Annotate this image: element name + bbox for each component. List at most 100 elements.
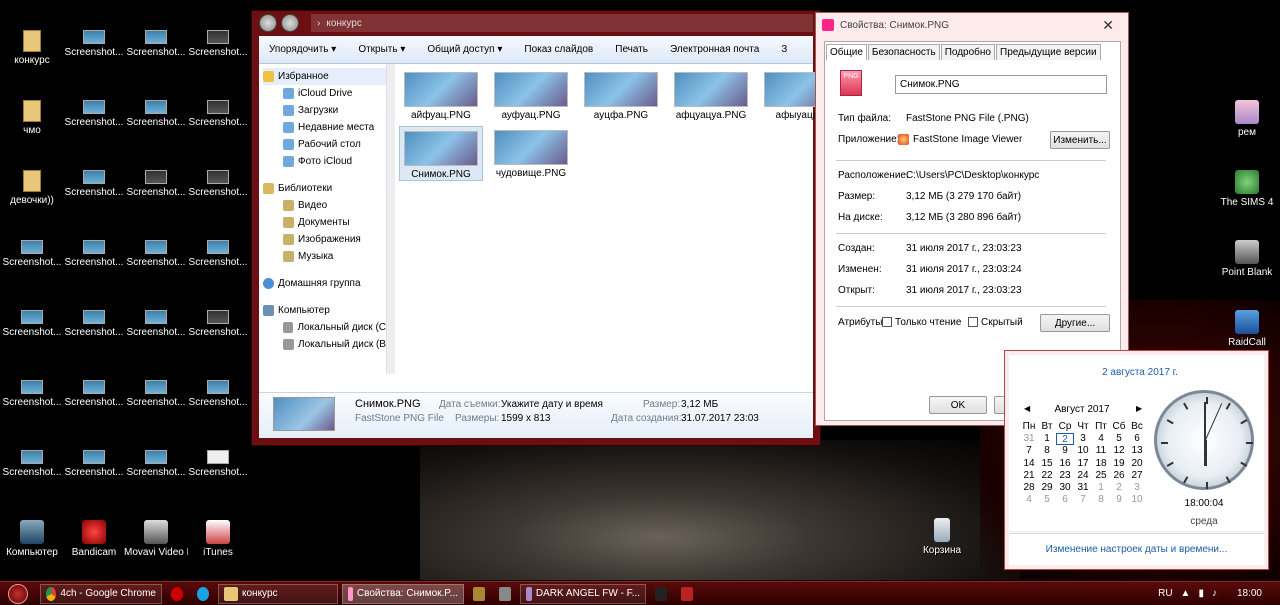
filename-input[interactable]: Снимок.PNG (895, 75, 1107, 94)
calendar-day[interactable]: 9 (1110, 494, 1128, 506)
tray-arrow-icon[interactable]: ▲ (1181, 588, 1191, 599)
language-indicator[interactable]: RU (1158, 588, 1172, 599)
desktop-icon[interactable]: Screenshot... (186, 170, 250, 198)
taskbar-extra-1[interactable] (650, 584, 672, 604)
calendar-day[interactable]: 28 (1020, 482, 1038, 494)
desktop-icon[interactable]: Screenshot... (186, 450, 250, 478)
close-icon[interactable]: ✕ (1102, 17, 1114, 34)
desktop-icon[interactable]: Screenshot... (62, 240, 126, 268)
taskbar-properties[interactable]: Свойства: Снимок.P... (342, 583, 464, 604)
start-button[interactable] (0, 582, 36, 605)
calendar-day[interactable]: 6 (1056, 494, 1074, 506)
taskbar-clock[interactable]: 18:00 (1237, 588, 1262, 599)
nav-item[interactable]: Локальный диск (В (283, 336, 386, 353)
desktop-icon[interactable]: Movavi Video Editor 12 (124, 520, 188, 558)
volume-icon[interactable]: ♪ (1212, 588, 1217, 599)
desktop-icon[interactable]: Screenshot... (186, 240, 250, 268)
calendar-day[interactable]: 26 (1110, 470, 1128, 482)
desktop-icon[interactable]: Screenshot... (124, 240, 188, 268)
open-button[interactable]: Открыть ▾ (358, 44, 405, 55)
desktop-icon[interactable]: Screenshot... (62, 380, 126, 408)
calendar-day[interactable]: 8 (1092, 494, 1110, 506)
desktop-icon[interactable]: Screenshot... (124, 310, 188, 338)
taskbar-dark-angel[interactable]: DARK ANGEL FW - F... (520, 583, 646, 604)
calendar-day[interactable]: 29 (1038, 482, 1056, 494)
desktop-icon-rem[interactable]: рем (1215, 100, 1279, 138)
calendar-day[interactable]: 1 (1038, 433, 1056, 445)
calendar-day[interactable]: 10 (1074, 445, 1092, 457)
taskbar-skype[interactable] (192, 584, 214, 604)
taskbar-extra-2[interactable] (676, 584, 698, 604)
desktop-icon[interactable]: iTunes (186, 520, 250, 558)
next-month-icon[interactable]: ▶ (1136, 404, 1142, 413)
desktop-icon[interactable]: Screenshot... (124, 450, 188, 478)
calendar-day[interactable]: 5 (1038, 494, 1056, 506)
taskbar-app[interactable] (494, 584, 516, 604)
file-item[interactable]: афцуацуа.PNG (669, 68, 753, 121)
tab-security[interactable]: Безопасность (867, 44, 940, 60)
desktop-icon[interactable]: Screenshot... (0, 380, 64, 408)
tab-previous-versions[interactable]: Предыдущие версии (996, 44, 1101, 60)
calendar-day[interactable]: 4 (1020, 494, 1038, 506)
details-date-value[interactable]: Укажите дату и время (501, 399, 603, 410)
calendar-day[interactable]: 2 (1056, 433, 1074, 446)
back-button[interactable] (259, 14, 277, 32)
share-button[interactable]: Общий доступ ▾ (427, 44, 502, 55)
calendar-day[interactable]: 23 (1056, 470, 1074, 482)
calendar-day[interactable]: 1 (1092, 482, 1110, 494)
desktop-icon[interactable]: Screenshot... (186, 310, 250, 338)
desktop-icon[interactable]: Screenshot... (124, 380, 188, 408)
calendar-day[interactable]: 18 (1092, 458, 1110, 470)
nav-favorites[interactable]: Избранное (263, 68, 386, 85)
calendar-day[interactable]: 22 (1038, 470, 1056, 482)
desktop-icon[interactable]: Screenshot... (62, 310, 126, 338)
calendar-month[interactable]: Август 2017 (1050, 404, 1114, 415)
calendar-day[interactable]: 4 (1092, 433, 1110, 445)
calendar-day[interactable]: 13 (1128, 445, 1146, 457)
file-item[interactable]: ауцфа.PNG (579, 68, 663, 121)
change-button[interactable]: Изменить... (1050, 131, 1110, 149)
nav-item[interactable]: Музыка (283, 248, 386, 265)
desktop-icon[interactable]: Screenshot... (0, 240, 64, 268)
calendar-day[interactable]: 25 (1092, 470, 1110, 482)
calendar-day[interactable]: 11 (1092, 445, 1110, 457)
ok-button[interactable]: OK (929, 396, 987, 414)
calendar-day[interactable]: 10 (1128, 494, 1146, 506)
calendar-day[interactable]: 3 (1074, 433, 1092, 445)
calendar-day[interactable]: 27 (1128, 470, 1146, 482)
calendar-day[interactable]: 2 (1110, 482, 1128, 494)
nav-libraries[interactable]: Библиотеки (263, 180, 386, 197)
prev-month-icon[interactable]: ◀ (1024, 404, 1030, 413)
calendar-day[interactable]: 7 (1074, 494, 1092, 506)
calendar-day[interactable]: 15 (1038, 458, 1056, 470)
desktop-icon[interactable]: Screenshot... (0, 310, 64, 338)
nav-computer[interactable]: Компьютер (263, 302, 386, 319)
calendar-day[interactable]: 16 (1056, 458, 1074, 470)
nav-item[interactable]: Недавние места (283, 119, 386, 136)
calendar-day[interactable]: 30 (1056, 482, 1074, 494)
file-item[interactable]: Снимок.PNG (399, 126, 483, 181)
date-settings-link[interactable]: Изменение настроек даты и времени... (1046, 544, 1228, 555)
file-item[interactable]: ауфуац.PNG (489, 68, 573, 121)
print-button[interactable]: Печать (615, 44, 648, 55)
nav-item[interactable]: Загрузки (283, 102, 386, 119)
desktop-icon[interactable]: Screenshot... (124, 170, 188, 198)
nav-scrollbar[interactable] (387, 64, 395, 374)
nav-item[interactable]: iCloud Drive (283, 85, 386, 102)
hidden-checkbox[interactable]: Скрытый (968, 317, 1023, 328)
desktop-icon[interactable]: Screenshot... (186, 100, 250, 128)
calendar-day[interactable]: 8 (1038, 445, 1056, 457)
readonly-checkbox[interactable]: Только чтение (882, 317, 961, 328)
desktop-icon[interactable]: чмо (0, 100, 64, 136)
desktop-icon-sims[interactable]: The SIMS 4 (1215, 170, 1279, 208)
tab-general[interactable]: Общие (826, 44, 867, 60)
forward-button[interactable] (281, 14, 299, 32)
desktop-icon[interactable]: Screenshot... (62, 170, 126, 198)
burn-button[interactable]: З (781, 44, 787, 55)
taskbar-game[interactable] (468, 584, 490, 604)
calendar-day[interactable]: 6 (1128, 433, 1146, 445)
calendar-day[interactable]: 31 (1020, 433, 1038, 445)
calendar-day[interactable]: 3 (1128, 482, 1146, 494)
taskbar-explorer[interactable]: конкурс (218, 583, 338, 604)
address-bar[interactable]: › конкурс (311, 14, 813, 32)
